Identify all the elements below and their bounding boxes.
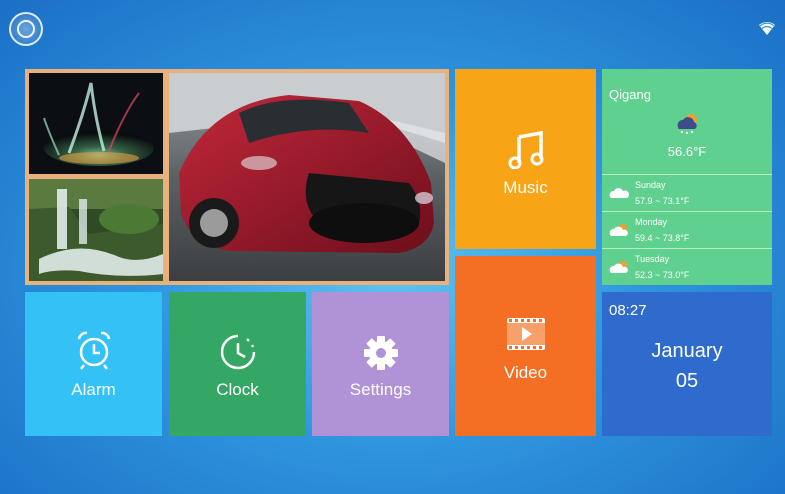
forecast-range: 59.4 ~ 73.8°F bbox=[635, 233, 690, 243]
clock-tile[interactable]: Clock bbox=[169, 292, 306, 436]
forecast-day: Sunday bbox=[635, 180, 666, 190]
video-label: Video bbox=[503, 363, 548, 382]
launcher-screen: Music Video Alarm Clock Settings Qigang … bbox=[0, 0, 785, 494]
current-time: 08:27 bbox=[609, 302, 647, 319]
current-month: January bbox=[651, 340, 723, 362]
red-car-photo[interactable] bbox=[169, 73, 445, 281]
waterfall-photo[interactable] bbox=[29, 179, 163, 281]
gear-icon bbox=[363, 336, 398, 370]
clock-icon bbox=[220, 334, 255, 370]
sun-cloud-icon bbox=[609, 261, 628, 273]
clock-label: Clock bbox=[216, 380, 259, 399]
photo-gallery-tile[interactable] bbox=[25, 69, 449, 285]
forecast-day: Monday bbox=[635, 217, 668, 227]
water-splash-photo[interactable] bbox=[29, 73, 163, 174]
alarm-label: Alarm bbox=[71, 380, 116, 399]
cloud-snow-icon bbox=[677, 114, 697, 135]
forecast-row-sunday: Sunday 57.9 ~ 73.1°F bbox=[602, 174, 772, 211]
film-play-icon bbox=[506, 318, 545, 350]
forecast-day: Tuesday bbox=[635, 254, 670, 264]
music-note-icon bbox=[508, 131, 543, 169]
wifi-icon bbox=[759, 21, 775, 35]
home-button[interactable] bbox=[9, 12, 43, 46]
forecast-row-tuesday: Tuesday 52.3 ~ 73.0°F bbox=[602, 248, 772, 285]
video-tile[interactable]: Video bbox=[455, 256, 596, 436]
sun-cloud-icon bbox=[609, 224, 628, 236]
date-time-tile[interactable]: 08:27 January 05 bbox=[602, 292, 772, 436]
forecast-row-monday: Monday 59.4 ~ 73.8°F bbox=[602, 211, 772, 248]
weather-current-temp: 56.6°F bbox=[667, 144, 707, 159]
circle-button-icon bbox=[17, 20, 35, 38]
weather-tile[interactable]: Qigang 56.6°F Sunday 57.9 ~ 73.1°F Monda… bbox=[602, 69, 772, 285]
forecast-range: 57.9 ~ 73.1°F bbox=[635, 196, 690, 206]
forecast-range: 52.3 ~ 73.0°F bbox=[635, 270, 690, 280]
alarm-clock-icon bbox=[77, 331, 110, 370]
current-day: 05 bbox=[675, 370, 699, 392]
settings-label: Settings bbox=[349, 380, 412, 399]
alarm-tile[interactable]: Alarm bbox=[25, 292, 162, 436]
music-label: Music bbox=[503, 178, 548, 197]
weather-city: Qigang bbox=[609, 87, 651, 102]
music-tile[interactable]: Music bbox=[455, 69, 596, 249]
settings-tile[interactable]: Settings bbox=[312, 292, 449, 436]
cloud-icon bbox=[609, 188, 630, 198]
